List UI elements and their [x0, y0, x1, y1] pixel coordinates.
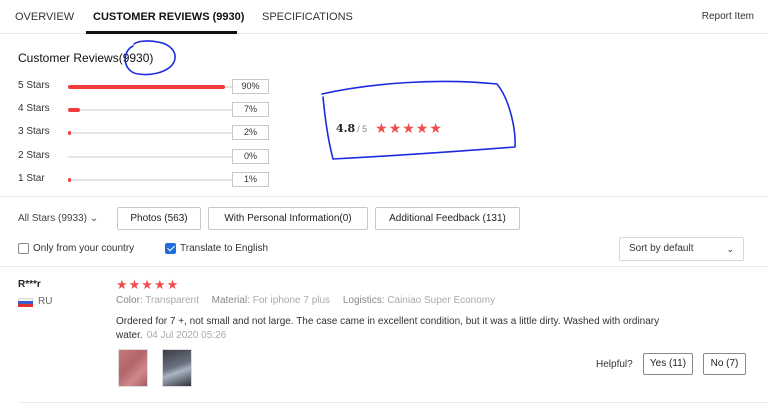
rating-bar-track: [68, 178, 242, 182]
average-rating-stars: ★★★★★: [375, 120, 443, 136]
average-rating: 4.8/ 5 ★★★★★: [336, 120, 443, 137]
reviews-heading: Customer Reviews(9930): [18, 51, 153, 65]
review-text: Ordered for 7 +, not small and not large…: [116, 315, 676, 343]
rating-percent: 90%: [232, 79, 269, 94]
chevron-down-icon: ⌄: [726, 244, 734, 254]
rating-bar-fill: [68, 131, 71, 135]
reviewer-country: RU: [38, 296, 53, 307]
reviewer-name: R***r: [18, 279, 41, 290]
helpful-label: Helpful?: [596, 359, 633, 370]
all-stars-label: All Stars (9933): [18, 213, 87, 224]
reviews-heading-label: Customer Reviews: [18, 51, 119, 65]
rating-bar-track: [68, 131, 242, 135]
filter-additional-feedback-button[interactable]: Additional Feedback (131): [375, 207, 520, 230]
divider: [18, 402, 768, 403]
tab-overview[interactable]: OVERVIEW: [15, 11, 74, 23]
rating-row-2[interactable]: 2 Stars 0%: [18, 149, 278, 164]
rating-bar-fill: [68, 178, 71, 182]
helpful-no-button[interactable]: No (7): [703, 353, 746, 375]
rating-label: 1 Star: [18, 173, 45, 184]
review-photo-thumbnail[interactable]: [162, 349, 192, 387]
report-item-link[interactable]: Report Item: [702, 11, 754, 22]
rating-label: 3 Stars: [18, 126, 50, 137]
russia-flag-icon: [18, 298, 33, 307]
review-photo-thumbnail[interactable]: [118, 349, 148, 387]
color-value: Transparent: [145, 295, 199, 306]
reviews-count: (9930): [118, 51, 154, 65]
average-rating-value: 4.8: [336, 122, 356, 135]
rating-bar-fill: [68, 108, 80, 112]
average-rating-max: / 5: [357, 124, 368, 134]
review-stars: ★★★★★: [116, 277, 180, 292]
rating-percent: 0%: [232, 149, 269, 164]
helpful-yes-button[interactable]: Yes (11): [643, 353, 693, 375]
material-value: For iphone 7 plus: [252, 295, 331, 306]
filter-personal-info-button[interactable]: With Personal Information(0): [208, 207, 368, 230]
rating-bar-fill: [68, 85, 225, 89]
only-country-label[interactable]: Only from your country: [33, 243, 134, 254]
rating-bar-track: [68, 156, 242, 158]
sort-select[interactable]: Sort by default ⌄: [619, 237, 744, 261]
review-date: 04 Jul 2020 05:26: [146, 330, 227, 341]
rating-label: 5 Stars: [18, 80, 50, 91]
rating-label: 4 Stars: [18, 103, 50, 114]
logistics-value: Cainiao Super Economy: [387, 295, 496, 306]
rating-row-3[interactable]: 3 Stars 2%: [18, 125, 278, 140]
rating-row-1[interactable]: 1 Star 1%: [18, 172, 278, 187]
rating-label: 2 Stars: [18, 150, 50, 161]
divider: [0, 266, 768, 267]
chevron-down-icon: ⌄: [89, 213, 99, 224]
only-country-checkbox[interactable]: [18, 243, 29, 254]
rating-percent: 2%: [232, 125, 269, 140]
rating-row-5[interactable]: 5 Stars 90%: [18, 79, 278, 94]
sort-value: Sort by default: [629, 243, 694, 254]
divider: [0, 196, 768, 197]
tab-specifications[interactable]: SPECIFICATIONS: [262, 11, 353, 23]
all-stars-dropdown[interactable]: All Stars (9933) ⌄: [18, 213, 98, 224]
material-key: Material:: [211, 295, 250, 306]
translate-checkbox[interactable]: [165, 243, 176, 254]
rating-row-4[interactable]: 4 Stars 7%: [18, 102, 278, 117]
rating-percent: 1%: [232, 172, 269, 187]
rating-percent: 7%: [232, 102, 269, 117]
rating-bar-track: [68, 108, 242, 112]
color-key: Color:: [116, 295, 143, 306]
rating-bar-track: [68, 85, 242, 89]
tab-bar: OVERVIEW CUSTOMER REVIEWS (9930) SPECIFI…: [0, 0, 768, 34]
translate-label[interactable]: Translate to English: [180, 243, 268, 254]
filter-photos-button[interactable]: Photos (563): [117, 207, 201, 230]
active-tab-indicator: [86, 31, 237, 34]
review-sku-info: Color: Transparent Material: For iphone …: [116, 295, 505, 306]
logistics-key: Logistics:: [342, 295, 385, 306]
tab-customer-reviews[interactable]: CUSTOMER REVIEWS (9930): [93, 11, 244, 23]
